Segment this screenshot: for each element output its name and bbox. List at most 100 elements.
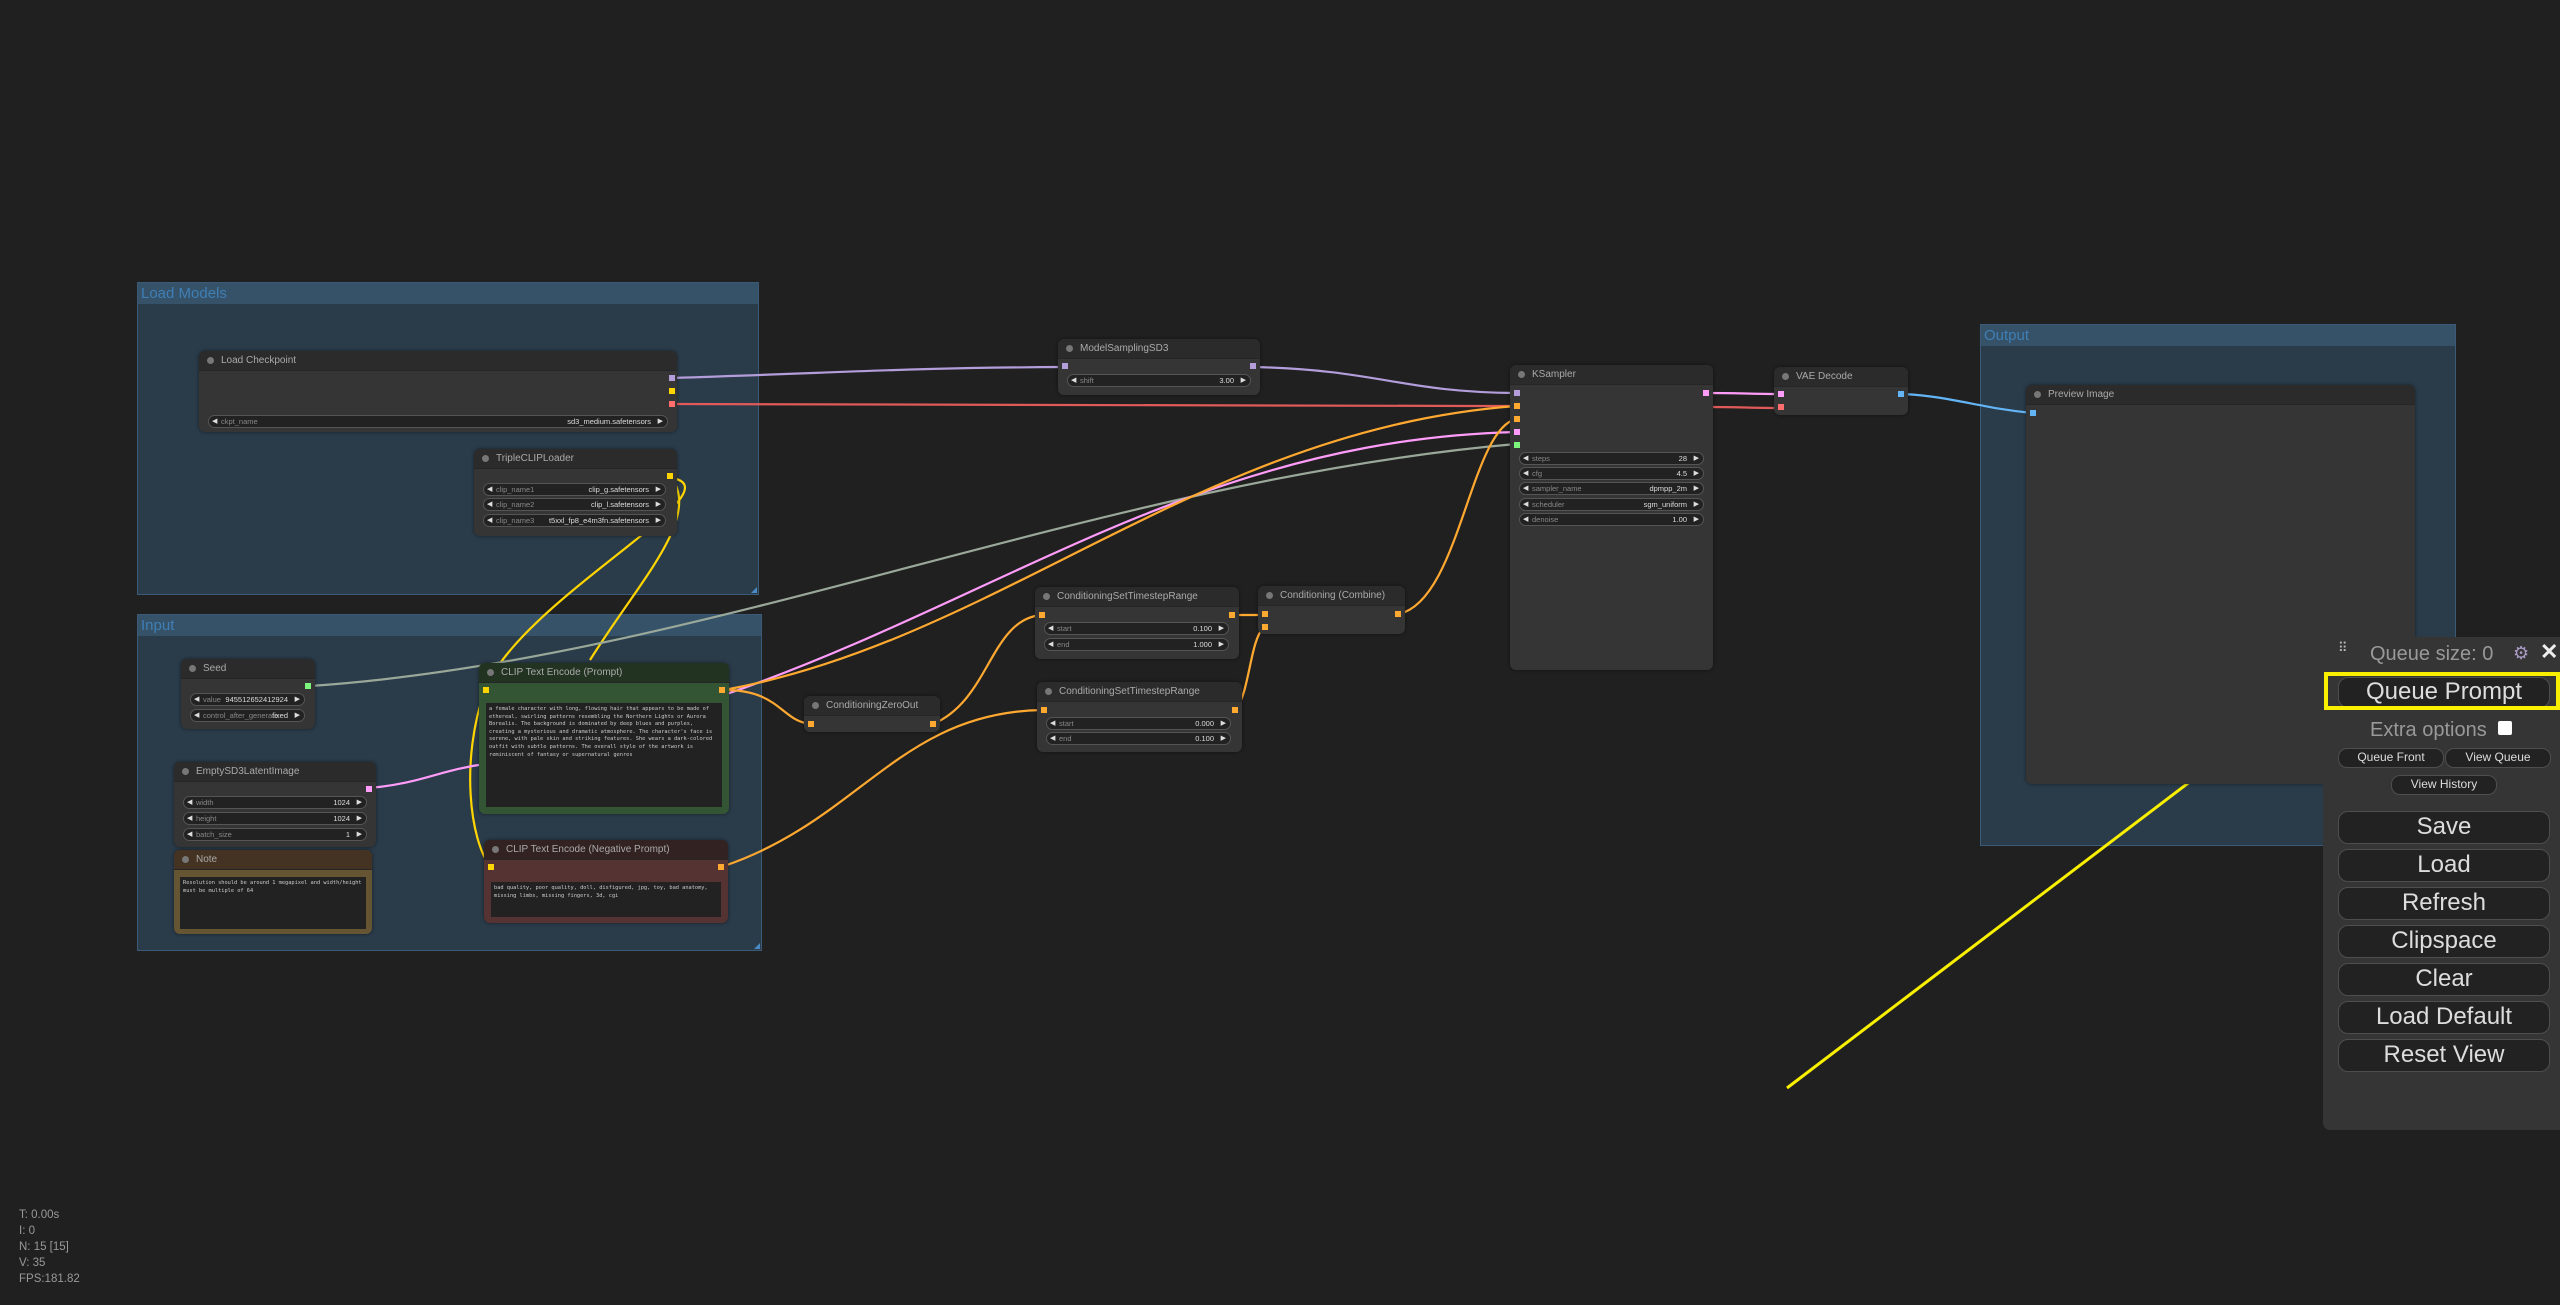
- decrement-icon[interactable]: ◀: [487, 499, 492, 510]
- decrement-icon[interactable]: ◀: [1523, 468, 1528, 479]
- node-load-checkpoint[interactable]: Load Checkpoint ◀ ckpt_name sd3_medium.s…: [199, 351, 677, 432]
- node-conditioning-set-timestep-range-2[interactable]: ConditioningSetTimestepRange ◀ start 0.0…: [1037, 682, 1242, 752]
- note-text[interactable]: Resolution should be around 1 megapixel …: [180, 877, 366, 929]
- decrement-icon[interactable]: ◀: [187, 797, 192, 808]
- widget-start[interactable]: ◀ start 0.100 ▶: [1044, 622, 1229, 635]
- collapse-dot-icon[interactable]: [492, 846, 499, 853]
- collapse-dot-icon[interactable]: [482, 455, 489, 462]
- reset-view-button[interactable]: Reset View: [2338, 1039, 2550, 1072]
- view-queue-button[interactable]: View Queue: [2445, 748, 2551, 768]
- decrement-icon[interactable]: ◀: [1048, 639, 1053, 650]
- widget-clip-name2[interactable]: ◀ clip_name2 clip_l.safetensors ▶: [483, 498, 666, 511]
- output-slot-model[interactable]: [1250, 363, 1256, 369]
- increment-icon[interactable]: ▶: [1694, 499, 1699, 510]
- extra-options-checkbox[interactable]: [2498, 721, 2512, 735]
- clipspace-button[interactable]: Clipspace: [2338, 925, 2550, 958]
- output-slot-vae[interactable]: [669, 401, 675, 407]
- output-slot-clip[interactable]: [669, 388, 675, 394]
- increment-icon[interactable]: ▶: [656, 515, 661, 526]
- widget-scheduler[interactable]: ◀ scheduler sgm_uniform ▶: [1519, 498, 1704, 511]
- node-clip-text-encode-positive[interactable]: CLIP Text Encode (Prompt) a female chara…: [479, 663, 729, 814]
- input-slot-latent[interactable]: [1514, 429, 1520, 435]
- node-title[interactable]: Conditioning (Combine): [1258, 586, 1405, 606]
- widget-batch-size[interactable]: ◀ batch_size 1 ▶: [183, 828, 367, 841]
- increment-icon[interactable]: ▶: [295, 694, 300, 705]
- input-slot-seed[interactable]: [1514, 442, 1520, 448]
- increment-icon[interactable]: ▶: [656, 484, 661, 495]
- decrement-icon[interactable]: ◀: [1050, 733, 1055, 744]
- decrement-icon[interactable]: ◀: [1523, 483, 1528, 494]
- collapse-dot-icon[interactable]: [1782, 373, 1789, 380]
- input-slot-conditioning-2[interactable]: [1262, 624, 1268, 630]
- decrement-icon[interactable]: ◀: [187, 813, 192, 824]
- widget-shift[interactable]: ◀ shift 3.00 ▶: [1067, 374, 1251, 387]
- view-history-button[interactable]: View History: [2391, 775, 2497, 795]
- decrement-icon[interactable]: ◀: [194, 710, 199, 721]
- widget-end[interactable]: ◀ end 1.000 ▶: [1044, 638, 1229, 651]
- collapse-dot-icon[interactable]: [487, 669, 494, 676]
- node-triple-clip-loader[interactable]: TripleCLIPLoader ◀ clip_name1 clip_g.saf…: [474, 449, 677, 536]
- output-slot-image[interactable]: [1898, 391, 1904, 397]
- output-slot-conditioning[interactable]: [718, 864, 724, 870]
- node-seed[interactable]: Seed ◀ value 945512652412924 ▶ ◀ control…: [181, 659, 315, 729]
- node-title[interactable]: Seed: [181, 659, 315, 679]
- node-empty-sd3-latent-image[interactable]: EmptySD3LatentImage ◀ width 1024 ▶ ◀ hei…: [174, 762, 376, 847]
- decrement-icon[interactable]: ◀: [1523, 453, 1528, 464]
- decrement-icon[interactable]: ◀: [487, 515, 492, 526]
- increment-icon[interactable]: ▶: [357, 829, 362, 840]
- collapse-dot-icon[interactable]: [1045, 688, 1052, 695]
- input-slot-conditioning[interactable]: [1039, 612, 1045, 618]
- node-conditioning-combine[interactable]: Conditioning (Combine): [1258, 586, 1405, 634]
- collapse-dot-icon[interactable]: [182, 856, 189, 863]
- collapse-dot-icon[interactable]: [2034, 391, 2041, 398]
- increment-icon[interactable]: ▶: [1694, 453, 1699, 464]
- node-title[interactable]: ConditioningZeroOut: [804, 696, 940, 716]
- input-slot-model[interactable]: [1514, 390, 1520, 396]
- collapse-dot-icon[interactable]: [1266, 592, 1273, 599]
- node-title[interactable]: Preview Image: [2026, 385, 2415, 405]
- decrement-icon[interactable]: ◀: [487, 484, 492, 495]
- input-slot-clip[interactable]: [488, 864, 494, 870]
- input-slot-conditioning[interactable]: [1041, 707, 1047, 713]
- widget-width[interactable]: ◀ width 1024 ▶: [183, 796, 367, 809]
- drag-handle-icon[interactable]: ⠿: [2338, 641, 2347, 654]
- widget-ckpt-name[interactable]: ◀ ckpt_name sd3_medium.safetensors ▶: [208, 415, 668, 428]
- load-button[interactable]: Load: [2338, 849, 2550, 882]
- input-slot-vae[interactable]: [1778, 404, 1784, 410]
- node-title[interactable]: TripleCLIPLoader: [474, 449, 677, 469]
- decrement-icon[interactable]: ◀: [212, 416, 217, 427]
- decrement-icon[interactable]: ◀: [1523, 499, 1528, 510]
- decrement-icon[interactable]: ◀: [1071, 375, 1076, 386]
- increment-icon[interactable]: ▶: [1221, 718, 1226, 729]
- collapse-dot-icon[interactable]: [1518, 371, 1525, 378]
- widget-start[interactable]: ◀ start 0.000 ▶: [1046, 717, 1231, 730]
- increment-icon[interactable]: ▶: [357, 813, 362, 824]
- node-title[interactable]: ModelSamplingSD3: [1058, 339, 1260, 359]
- clear-button[interactable]: Clear: [2338, 963, 2550, 996]
- widget-seed-value[interactable]: ◀ value 945512652412924 ▶: [190, 693, 305, 706]
- collapse-dot-icon[interactable]: [812, 702, 819, 709]
- widget-cfg[interactable]: ◀ cfg 4.5 ▶: [1519, 467, 1704, 480]
- decrement-icon[interactable]: ◀: [1523, 514, 1528, 525]
- input-slot-model[interactable]: [1062, 363, 1068, 369]
- refresh-button[interactable]: Refresh: [2338, 887, 2550, 920]
- increment-icon[interactable]: ▶: [658, 416, 663, 427]
- node-title[interactable]: CLIP Text Encode (Negative Prompt): [484, 840, 728, 860]
- input-slot-conditioning[interactable]: [808, 721, 814, 727]
- output-slot-clip[interactable]: [667, 473, 673, 479]
- increment-icon[interactable]: ▶: [1694, 514, 1699, 525]
- collapse-dot-icon[interactable]: [189, 665, 196, 672]
- increment-icon[interactable]: ▶: [656, 499, 661, 510]
- decrement-icon[interactable]: ◀: [194, 694, 199, 705]
- decrement-icon[interactable]: ◀: [1048, 623, 1053, 634]
- input-slot-samples[interactable]: [1778, 391, 1784, 397]
- widget-height[interactable]: ◀ height 1024 ▶: [183, 812, 367, 825]
- node-title[interactable]: VAE Decode: [1774, 367, 1908, 387]
- node-ksampler[interactable]: KSampler ◀ steps 28 ▶ ◀ cfg 4.5 ▶ ◀ samp…: [1510, 365, 1713, 670]
- node-conditioning-set-timestep-range-1[interactable]: ConditioningSetTimestepRange ◀ start 0.1…: [1035, 587, 1239, 659]
- output-slot-conditioning[interactable]: [1232, 707, 1238, 713]
- increment-icon[interactable]: ▶: [1221, 733, 1226, 744]
- increment-icon[interactable]: ▶: [1219, 623, 1224, 634]
- increment-icon[interactable]: ▶: [357, 797, 362, 808]
- widget-steps[interactable]: ◀ steps 28 ▶: [1519, 452, 1704, 465]
